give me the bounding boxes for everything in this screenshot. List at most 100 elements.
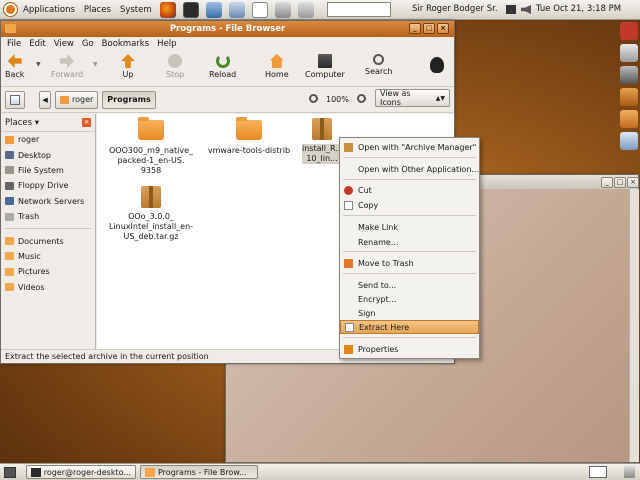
scissors-icon	[344, 185, 353, 195]
places-dropdown[interactable]: Places ▾	[5, 118, 39, 128]
monitor-icon[interactable]	[506, 5, 516, 14]
folder-icon	[5, 237, 14, 246]
file-item[interactable]: vmware-tools-distrib	[203, 117, 295, 156]
menu-item-sign[interactable]: Sign	[340, 306, 479, 320]
sidebar-item-file-system[interactable]: File System	[1, 163, 95, 178]
search-button[interactable]: Search	[365, 54, 392, 76]
menu-item-move-to-trash[interactable]: Move to Trash	[340, 256, 479, 270]
applications-menu[interactable]: Applications	[20, 5, 78, 15]
pencil-icon	[10, 94, 20, 105]
minimize-button[interactable]: _	[409, 23, 421, 34]
clock[interactable]: Tue Oct 21, 3:18 PM	[536, 4, 621, 14]
gear-icon[interactable]	[620, 88, 638, 106]
minimize-button[interactable]: _	[601, 177, 613, 188]
menu-edit[interactable]: Edit	[29, 39, 45, 49]
chevron-down-icon[interactable]: ▼	[93, 61, 98, 68]
calculator-icon[interactable]	[274, 1, 291, 18]
taskbar-terminal[interactable]: roger@roger-deskto...	[26, 465, 136, 479]
computer-button[interactable]: Computer	[305, 54, 345, 79]
menu-item-encrypt[interactable]: Encrypt...	[340, 292, 479, 306]
path-button-roger[interactable]: roger	[55, 90, 99, 109]
workspace-switcher[interactable]	[589, 466, 607, 478]
path-back-arrow[interactable]: ◀	[39, 90, 51, 109]
menu-item-copy[interactable]: Copy	[340, 198, 479, 212]
menu-item-open-archive-manager[interactable]: Open with "Archive Manager"	[340, 140, 479, 154]
sidebar-item-network[interactable]: Network Servers	[1, 194, 95, 209]
properties-icon	[344, 344, 353, 354]
screenshot-icon[interactable]	[205, 1, 222, 18]
close-button[interactable]: ×	[437, 23, 449, 34]
home-icon	[5, 135, 14, 144]
display-icon[interactable]	[620, 132, 638, 150]
close-button[interactable]: ×	[627, 177, 639, 188]
edit-location-button[interactable]	[5, 90, 25, 109]
menu-bar: File Edit View Go Bookmarks Help	[1, 37, 454, 51]
arrow-up-icon	[121, 54, 135, 68]
sidebar-item-roger[interactable]: roger	[1, 132, 95, 147]
places-menu[interactable]: Places	[81, 5, 114, 15]
zoom-in-icon[interactable]	[357, 94, 366, 103]
search-input[interactable]	[326, 2, 391, 17]
menu-bookmarks[interactable]: Bookmarks	[102, 39, 150, 49]
menu-item-properties[interactable]: Properties	[340, 342, 479, 356]
sidebar-item-documents[interactable]: Documents	[1, 233, 95, 248]
menu-help[interactable]: Help	[157, 39, 176, 49]
reload-button[interactable]: Reload	[209, 54, 236, 79]
file-item[interactable]: OOO300_m9_native_ packed-1_en-US. 9358	[105, 117, 197, 176]
show-desktop-icon[interactable]	[4, 466, 16, 478]
back-button[interactable]: Back	[5, 54, 24, 79]
arrow-right-icon	[60, 54, 75, 68]
file-item-selected[interactable]: install_R... 10_lin...	[301, 118, 343, 164]
file-item[interactable]: OOo_3.0.0_ LinuxIntel_install_en- US_deb…	[105, 186, 197, 242]
menu-item-send-to[interactable]: Send to...	[340, 278, 479, 292]
shutdown-icon[interactable]	[620, 22, 638, 40]
dictionary-icon[interactable]	[297, 1, 314, 18]
chevron-down-icon[interactable]: ▼	[36, 61, 41, 68]
menu-item-rename[interactable]: Rename...	[340, 235, 479, 249]
system-menu[interactable]: System	[117, 5, 155, 15]
stop-button[interactable]: Stop	[166, 54, 184, 79]
zoom-level[interactable]: 100%	[326, 95, 349, 104]
menu-item-make-link[interactable]: Make Link	[340, 220, 479, 234]
home-button[interactable]: Home	[265, 54, 289, 79]
sidebar-item-videos[interactable]: Videos	[1, 280, 95, 295]
sidebar-item-music[interactable]: Music	[1, 249, 95, 264]
close-sidebar-button[interactable]: ×	[82, 118, 91, 127]
text-editor-icon[interactable]	[251, 1, 268, 18]
camera-icon[interactable]	[620, 66, 638, 84]
menu-item-open-other[interactable]: Open with Other Application...	[340, 162, 479, 176]
archive-icon	[344, 142, 353, 152]
menu-go[interactable]: Go	[82, 39, 94, 49]
terminal-icon[interactable]	[182, 1, 199, 18]
forward-button[interactable]: Forward	[51, 54, 83, 79]
trash-icon[interactable]	[624, 466, 635, 478]
menu-item-extract-here[interactable]: Extract Here	[340, 320, 479, 334]
sidebar-item-trash[interactable]: Trash	[1, 209, 95, 224]
user-name[interactable]: Sir Roger Bodger Sr.	[412, 4, 498, 14]
maximize-button[interactable]: □	[423, 23, 435, 34]
up-button[interactable]: Up	[121, 54, 135, 79]
folder-icon	[5, 252, 14, 261]
scrollbar[interactable]	[629, 189, 639, 462]
path-button-programs[interactable]: Programs	[102, 90, 156, 109]
network-monitor-icon[interactable]	[620, 44, 638, 62]
maximize-button[interactable]: □	[614, 177, 626, 188]
menu-item-cut[interactable]: Cut	[340, 183, 479, 197]
view-mode-select[interactable]: View as Icons ▲▼	[375, 89, 450, 107]
sidebar-item-pictures[interactable]: Pictures	[1, 264, 95, 279]
sidebar-item-desktop[interactable]: Desktop	[1, 147, 95, 162]
ubuntu-logo-icon[interactable]	[4, 3, 17, 16]
firefox-icon[interactable]	[159, 1, 176, 18]
window-titlebar[interactable]: Programs - File Browser _ □ ×	[1, 21, 454, 37]
menu-file[interactable]: File	[7, 39, 21, 49]
volume-icon[interactable]	[521, 5, 531, 14]
zoom-out-icon[interactable]	[309, 94, 318, 103]
floppy-icon	[5, 181, 14, 190]
menu-view[interactable]: View	[54, 39, 74, 49]
sidebar-item-floppy[interactable]: Floppy Drive	[1, 178, 95, 193]
taskbar-file-browser[interactable]: Programs - File Brow...	[140, 465, 258, 479]
network-icon[interactable]	[228, 1, 245, 18]
image-viewer-icon[interactable]	[620, 110, 638, 128]
folder-icon	[5, 24, 16, 33]
folder-icon	[5, 267, 14, 276]
